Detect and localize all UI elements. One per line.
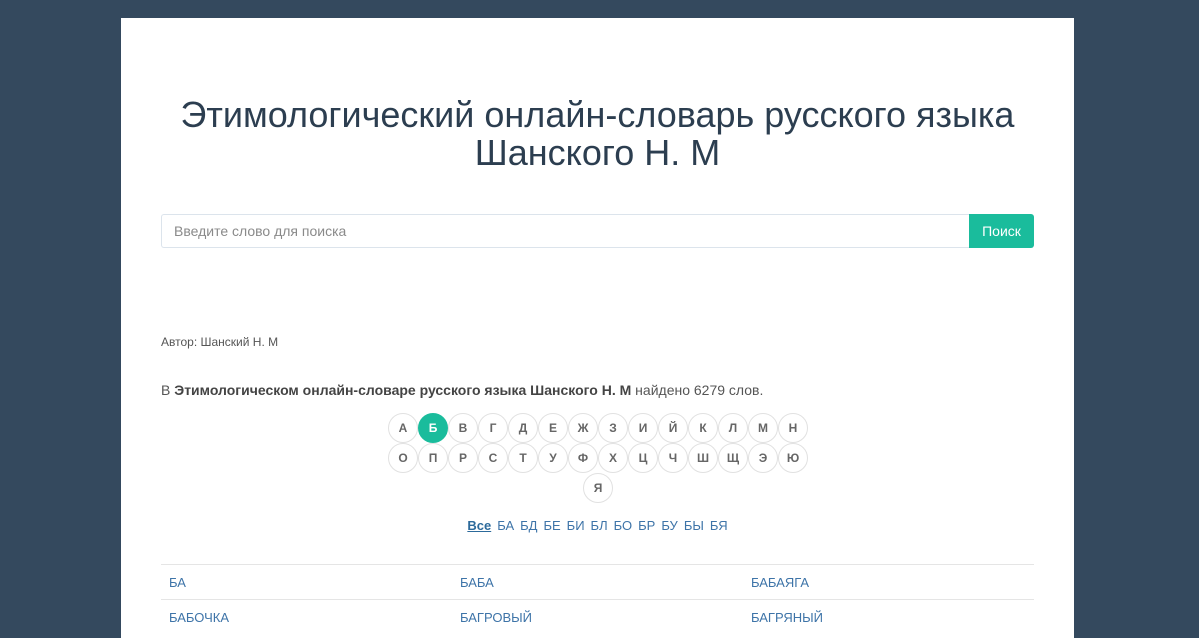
- letter-button[interactable]: Н: [778, 413, 808, 443]
- search-button[interactable]: Поиск: [969, 214, 1034, 248]
- search-input[interactable]: [161, 214, 969, 248]
- letter-button[interactable]: С: [478, 443, 508, 473]
- summary-text: В Этимологическом онлайн-словаре русског…: [161, 382, 763, 398]
- letter-button[interactable]: В: [448, 413, 478, 443]
- letter-button[interactable]: Е: [538, 413, 568, 443]
- word-link[interactable]: БАБАЯГА: [743, 575, 1034, 590]
- syllable-link[interactable]: Все: [467, 518, 491, 533]
- syllable-link[interactable]: БА: [497, 518, 514, 533]
- letter-button[interactable]: Б: [418, 413, 448, 443]
- letter-button[interactable]: Л: [718, 413, 748, 443]
- letter-button[interactable]: Й: [658, 413, 688, 443]
- alphabet-row: ОПРСТУФХЦЧШЩЭЮ: [386, 443, 810, 473]
- letter-button[interactable]: Ч: [658, 443, 688, 473]
- page-title: Этимологический онлайн-словарь русского …: [121, 96, 1074, 172]
- letter-button[interactable]: О: [388, 443, 418, 473]
- word-link[interactable]: БАБОЧКА: [161, 610, 452, 625]
- letter-button[interactable]: Я: [583, 473, 613, 503]
- letter-button[interactable]: Ф: [568, 443, 598, 473]
- alphabet-row: Я: [386, 473, 810, 503]
- letter-button[interactable]: К: [688, 413, 718, 443]
- letter-button[interactable]: П: [418, 443, 448, 473]
- word-link[interactable]: БА: [161, 575, 452, 590]
- alphabet-row: АБВГДЕЖЗИЙКЛМН: [386, 413, 810, 443]
- letter-button[interactable]: М: [748, 413, 778, 443]
- letter-button[interactable]: У: [538, 443, 568, 473]
- syllable-link[interactable]: БЯ: [710, 518, 728, 533]
- syllable-filter: Все БА БД БЕ БИ БЛ БО БР БУ БЫ БЯ: [121, 518, 1074, 533]
- letter-button[interactable]: Ю: [778, 443, 808, 473]
- word-list: БА БАБА БАБАЯГА БАБОЧКА БАГРОВЫЙ БАГРЯНЫЙ: [161, 564, 1034, 634]
- syllable-link[interactable]: БО: [614, 518, 633, 533]
- letter-button[interactable]: Э: [748, 443, 778, 473]
- dictionary-name: Этимологическом онлайн-словаре русского …: [174, 382, 632, 398]
- letter-button[interactable]: Ц: [628, 443, 658, 473]
- word-link[interactable]: БАБА: [452, 575, 743, 590]
- letter-button[interactable]: Т: [508, 443, 538, 473]
- syllable-link[interactable]: БЕ: [543, 518, 560, 533]
- page-title-line-1: Этимологический онлайн-словарь русского …: [180, 94, 1015, 135]
- syllable-link[interactable]: БЫ: [684, 518, 704, 533]
- syllable-link[interactable]: БУ: [661, 518, 678, 533]
- letter-button[interactable]: Ж: [568, 413, 598, 443]
- letter-button[interactable]: А: [388, 413, 418, 443]
- author-text: Автор: Шанский Н. М: [161, 335, 279, 349]
- syllable-link[interactable]: БИ: [567, 518, 585, 533]
- letter-button[interactable]: Ш: [688, 443, 718, 473]
- word-row: БА БАБА БАБАЯГА: [161, 564, 1034, 599]
- letter-button[interactable]: Г: [478, 413, 508, 443]
- word-link[interactable]: БАГРЯНЫЙ: [743, 610, 1034, 625]
- syllable-link[interactable]: БД: [520, 518, 537, 533]
- letter-button[interactable]: Р: [448, 443, 478, 473]
- letter-button[interactable]: Щ: [718, 443, 748, 473]
- search-bar: Поиск: [161, 214, 1034, 248]
- content-panel: Этимологический онлайн-словарь русского …: [121, 18, 1074, 638]
- word-link[interactable]: БАГРОВЫЙ: [452, 610, 743, 625]
- letter-button[interactable]: И: [628, 413, 658, 443]
- page-title-line-2: Шанского Н. М: [474, 132, 721, 173]
- alphabet-nav: АБВГДЕЖЗИЙКЛМНОПРСТУФХЦЧШЩЭЮЯ: [386, 413, 810, 503]
- letter-button[interactable]: З: [598, 413, 628, 443]
- summary-suffix: найдено 6279 слов.: [631, 382, 764, 398]
- letter-button[interactable]: Д: [508, 413, 538, 443]
- syllable-link[interactable]: БР: [638, 518, 655, 533]
- letter-button[interactable]: Х: [598, 443, 628, 473]
- summary-prefix: В: [161, 382, 175, 398]
- syllable-link[interactable]: БЛ: [591, 518, 608, 533]
